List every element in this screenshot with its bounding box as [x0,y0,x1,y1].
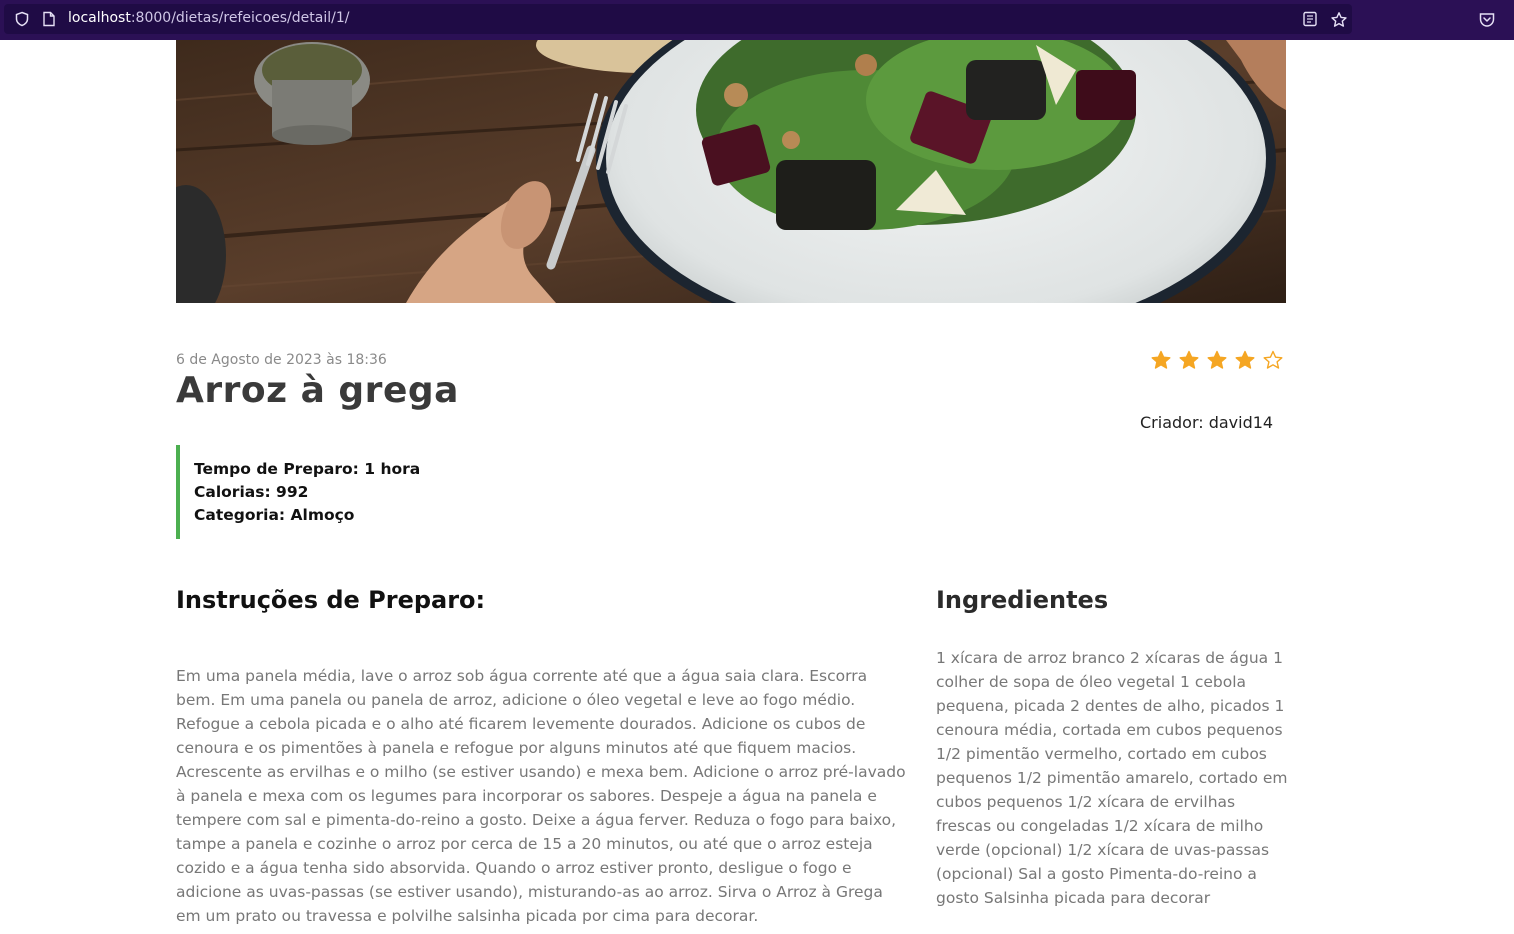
category: Categoria: Almoço [194,506,355,524]
star-empty-icon[interactable] [1262,349,1284,371]
recipe-title: Arroz à grega [176,370,459,411]
ingredients-text: 1 xícara de arroz branco 2 xícaras de ág… [936,649,1288,907]
star-filled-icon[interactable] [1206,349,1228,371]
star-filled-icon[interactable] [1178,349,1200,371]
url-host: localhost [68,10,131,26]
instructions-heading: Instruções de Preparo: [176,586,486,614]
url-text[interactable]: localhost:8000/dietas/refeicoes/detail/1… [68,10,349,26]
bookmark-star-icon[interactable] [1330,11,1348,29]
pocket-icon[interactable] [1478,11,1496,29]
post-date: 6 de Agosto de 2023 às 18:36 [176,352,387,368]
recipe-info-box: Tempo de Preparo: 1 hora Calorias: 992 C… [176,445,420,539]
reader-view-icon[interactable] [1302,11,1318,27]
salad-photo [176,40,1286,303]
calories: Calorias: 992 [194,483,309,501]
recipe-hero-image [176,40,1286,303]
star-rating[interactable] [1150,349,1284,371]
shield-icon[interactable] [14,11,30,27]
instructions-text: Em uma panela média, lave o arroz sob ág… [176,667,906,925]
page-icon [43,11,55,27]
url-path: :8000/dietas/refeicoes/detail/1/ [130,10,350,26]
creator-label: Criador: david14 [1140,413,1274,432]
browser-toolbar: localhost:8000/dietas/refeicoes/detail/1… [0,0,1514,40]
address-bar[interactable]: localhost:8000/dietas/refeicoes/detail/1… [4,4,1352,34]
star-filled-icon[interactable] [1234,349,1256,371]
prep-time: Tempo de Preparo: 1 hora [194,460,421,478]
ingredients-heading: Ingredientes [936,586,1109,614]
star-filled-icon[interactable] [1150,349,1172,371]
